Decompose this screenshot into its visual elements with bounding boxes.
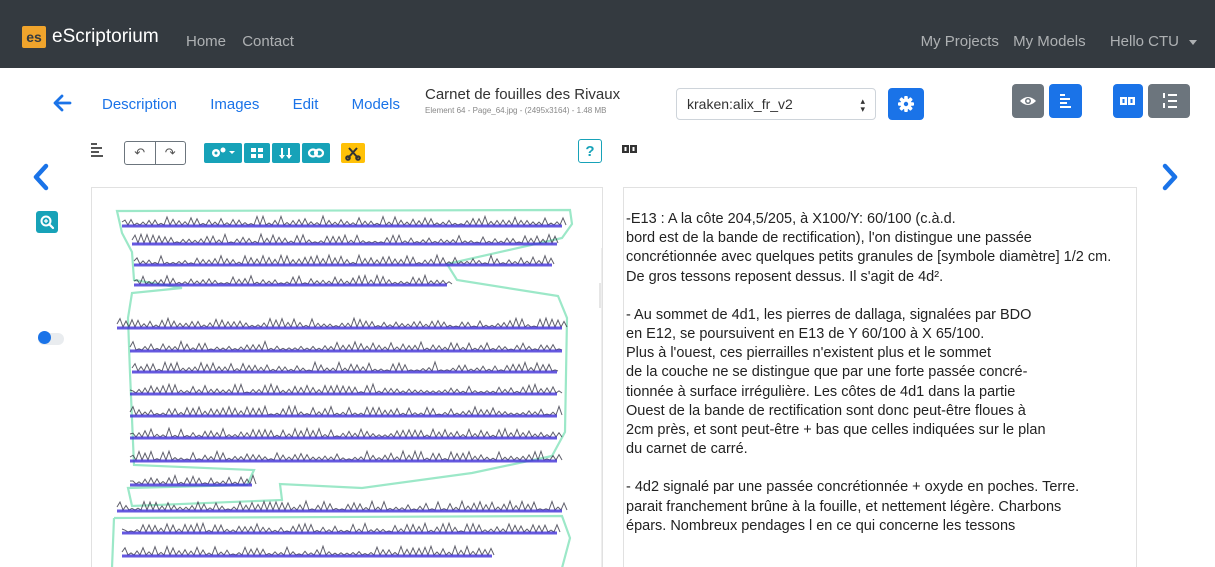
nav-my-models-link[interactable]: My Models — [1013, 33, 1086, 50]
text-ab-icon — [1120, 97, 1135, 105]
transcription-line[interactable]: De gros tessons reposent dessus. Il s'ag… — [626, 268, 1134, 287]
zoom-button[interactable] — [36, 211, 58, 233]
transcription-line[interactable]: en E12, se poursuivent en E13 de Y 60/10… — [626, 325, 1134, 344]
handwriting-stroke — [116, 499, 568, 512]
brand-name: eScriptorium — [52, 26, 159, 47]
transcription-line[interactable]: bord est de la bande de rectification), … — [626, 229, 1134, 248]
transcription-line[interactable]: - Au sommet de 4d1, les pierres de dalla… — [626, 306, 1134, 325]
help-button[interactable]: ? — [578, 139, 602, 163]
toggle-knob — [38, 331, 51, 344]
link-icon — [307, 148, 325, 158]
document-tabs: Description Images Edit Models — [102, 96, 429, 113]
transcription-line[interactable]: de la couche ne se distingue que par une… — [626, 363, 1134, 382]
transcription-line[interactable]: -E13 : A la côte 204,5/205, à X100/Y: 60… — [626, 210, 1134, 229]
transcription-line[interactable]: concrétionnée avec quelques petits granu… — [626, 248, 1134, 267]
tab-models[interactable]: Models — [352, 96, 400, 113]
document-element-info: Element 64 - Page_64.jpg - (2495x3164) -… — [425, 106, 607, 115]
nav-my-projects-link[interactable]: My Projects — [921, 33, 999, 50]
segmentation-settings-button[interactable] — [204, 143, 242, 163]
user-menu[interactable]: Hello CTU — [1100, 33, 1197, 50]
transcription-model-select[interactable]: kraken:alix_fr_v2 ▴ ▾ — [676, 88, 876, 120]
tab-images[interactable]: Images — [210, 96, 259, 113]
tab-edit[interactable]: Edit — [293, 96, 319, 113]
back-arrow-icon[interactable] — [52, 93, 72, 113]
gear-icon — [898, 96, 914, 112]
list-ol-icon — [1163, 93, 1177, 108]
transcription-paragraph: -E13 : A la côte 204,5/205, à X100/Y: 60… — [626, 210, 1134, 287]
transcription-line[interactable]: - 4d2 signalé par une passée concrétionn… — [626, 478, 1134, 497]
transcription-line[interactable]: du carnet de carré. — [626, 440, 1134, 459]
handwriting-stroke — [121, 521, 561, 534]
handwriting-stroke — [129, 426, 563, 439]
nav-contact-link[interactable]: Contact — [242, 33, 294, 50]
transcription-line[interactable]: 2cm près, et sont peut-être + bas que ce… — [626, 421, 1134, 440]
handwriting-stroke — [129, 382, 563, 395]
user-menu-label: Hello CTU — [1109, 33, 1179, 50]
brand[interactable]: es eScriptorium — [22, 26, 159, 48]
blind-mode-toggle[interactable] — [38, 331, 64, 345]
link-lines-button[interactable] — [302, 143, 330, 163]
undo-button[interactable]: ↶ — [125, 142, 155, 164]
handwriting-stroke — [129, 473, 257, 486]
toggle-diplomatic-panel-button[interactable] — [1148, 84, 1190, 118]
segmentation-panel-icon — [91, 143, 103, 157]
handwriting-stroke — [116, 316, 568, 329]
sort-arrows-icon — [279, 148, 292, 159]
nav-left-links: Home Contact — [186, 33, 306, 50]
handwriting-stroke — [133, 253, 555, 266]
top-navbar: es eScriptorium Home Contact My Projects… — [0, 0, 1215, 68]
document-title: Carnet de fouilles des Rivaux — [425, 86, 621, 103]
toggle-segmentation-panel-button[interactable] — [1049, 84, 1082, 118]
nav-right-links: My Projects My Models Hello CTU — [911, 33, 1197, 50]
segmentation-image-panel[interactable] — [91, 187, 603, 567]
transcription-panel-icon — [622, 145, 637, 153]
transcription-paragraph: - 4d2 signalé par une passée concrétionn… — [626, 478, 1134, 536]
segmentation-tools — [204, 143, 332, 163]
cut-tool-button[interactable] — [341, 143, 365, 163]
transcription-panel[interactable]: -E13 : A la côte 204,5/205, à X100/Y: 60… — [623, 187, 1137, 567]
escriptorium-logo: es — [22, 26, 46, 48]
handwriting-stroke — [131, 232, 559, 245]
scissors-icon — [345, 147, 361, 161]
transcription-line[interactable]: épars. Nombreux pendages l en ce qui con… — [626, 517, 1134, 536]
caret-down-icon — [1189, 39, 1197, 45]
eye-icon — [1020, 97, 1036, 105]
tab-description[interactable]: Description — [102, 96, 177, 113]
select-arrows-icon: ▴ ▾ — [860, 96, 865, 114]
transcription-text: -E13 : A la côte 204,5/205, à X100/Y: 60… — [626, 210, 1134, 555]
handwriting-stroke — [121, 214, 567, 227]
handwriting-stroke — [129, 449, 563, 462]
transcription-line[interactable]: Plus à l'ouest, ces pierrailles n'existe… — [626, 344, 1134, 363]
transcription-line[interactable]: Ouest de la bande de rectification sont … — [626, 402, 1134, 421]
zoom-in-icon — [40, 215, 55, 230]
align-left-icon — [1060, 94, 1071, 108]
model-settings-button[interactable] — [888, 88, 924, 120]
handwriting-stroke — [129, 404, 563, 417]
model-select-value: kraken:alix_fr_v2 — [687, 96, 793, 112]
cogs-icon — [212, 147, 235, 157]
undo-redo-group: ↶ ↷ — [124, 141, 186, 165]
toggle-transcription-panel-button[interactable] — [1113, 84, 1143, 118]
transcription-line[interactable]: parait franchement brûne à la fouille, e… — [626, 498, 1134, 517]
next-page-chevron-icon[interactable] — [1162, 163, 1178, 191]
nav-home-link[interactable]: Home — [186, 33, 226, 50]
handwriting-stroke — [131, 360, 559, 373]
handwriting-stroke — [133, 273, 453, 286]
handwriting-stroke — [121, 544, 495, 557]
toggle-regions-button[interactable] — [244, 143, 270, 163]
th-large-icon — [251, 148, 263, 158]
manuscript-page-image[interactable] — [92, 188, 603, 567]
toggle-source-panel-button[interactable] — [1012, 84, 1044, 118]
reorder-lines-button[interactable] — [272, 143, 300, 163]
transcription-line[interactable]: tionnée à surface irrégulière. Les côtes… — [626, 383, 1134, 402]
transcription-paragraph: - Au sommet de 4d1, les pierres de dalla… — [626, 306, 1134, 460]
previous-page-chevron-icon[interactable] — [33, 163, 49, 191]
text-region-outline-2 — [110, 514, 572, 567]
redo-button[interactable]: ↷ — [154, 142, 186, 164]
handwriting-stroke — [129, 339, 563, 352]
